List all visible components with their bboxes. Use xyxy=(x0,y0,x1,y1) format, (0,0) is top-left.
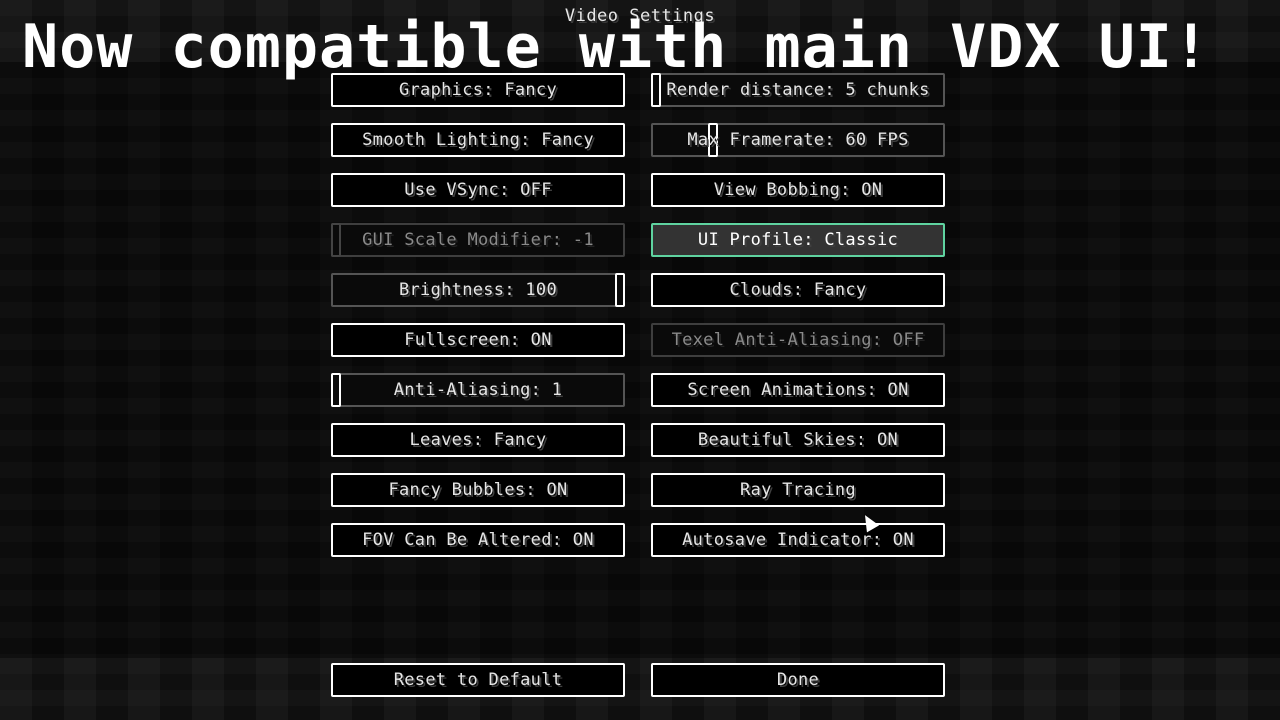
smooth-lighting-button[interactable]: Smooth Lighting: Fancy xyxy=(331,123,625,157)
done-label: Done xyxy=(776,670,820,690)
done-button[interactable]: Done xyxy=(651,663,945,697)
fullscreen-button[interactable]: Fullscreen: ON xyxy=(331,323,625,357)
option-label: View Bobbing: ON xyxy=(713,180,883,200)
option-label: Fullscreen: ON xyxy=(404,330,552,350)
clouds-button[interactable]: Clouds: Fancy xyxy=(651,273,945,307)
option-label: Render distance: 5 chunks xyxy=(666,80,930,100)
fov-can-be-altered-button[interactable]: FOV Can Be Altered: ON xyxy=(331,523,625,557)
option-label: FOV Can Be Altered: ON xyxy=(362,530,594,550)
option-label: Ray Tracing xyxy=(740,480,856,500)
option-label: Beautiful Skies: ON xyxy=(697,430,899,450)
ray-tracing-button[interactable]: Ray Tracing xyxy=(651,473,945,507)
screen-animations-button[interactable]: Screen Animations: ON xyxy=(651,373,945,407)
leaves-button[interactable]: Leaves: Fancy xyxy=(331,423,625,457)
option-label: Use VSync: OFF xyxy=(404,180,552,200)
option-label: GUI Scale Modifier: -1 xyxy=(362,230,594,250)
option-label: Fancy Bubbles: ON xyxy=(388,480,568,500)
texel-anti-aliasing-button: Texel Anti-Aliasing: OFF xyxy=(651,323,945,357)
slider-handle[interactable] xyxy=(615,273,625,307)
slider-handle xyxy=(331,223,341,257)
option-label: Max Framerate: 60 FPS xyxy=(687,130,909,150)
autosave-indicator-button[interactable]: Autosave Indicator: ON xyxy=(651,523,945,557)
brightness-slider[interactable]: Brightness: 100 xyxy=(331,273,625,307)
footer-background xyxy=(0,658,1280,720)
option-label: Graphics: Fancy xyxy=(398,80,558,100)
anti-aliasing-slider[interactable]: Anti-Aliasing: 1 xyxy=(331,373,625,407)
option-label: Anti-Aliasing: 1 xyxy=(393,380,563,400)
max-framerate-slider[interactable]: Max Framerate: 60 FPS xyxy=(651,123,945,157)
use-vsync-button[interactable]: Use VSync: OFF xyxy=(331,173,625,207)
gui-scale-modifier-slider: GUI Scale Modifier: -1 xyxy=(331,223,625,257)
options-list-background xyxy=(0,62,1280,658)
option-label: Smooth Lighting: Fancy xyxy=(362,130,594,150)
option-label: Texel Anti-Aliasing: OFF xyxy=(671,330,925,350)
reset-to-default-button[interactable]: Reset to Default xyxy=(331,663,625,697)
option-label: Autosave Indicator: ON xyxy=(682,530,914,550)
compatibility-banner: Now compatible with main VDX UI! xyxy=(22,12,1210,82)
option-label: Clouds: Fancy xyxy=(729,280,867,300)
option-label: UI Profile: Classic xyxy=(697,230,899,250)
option-label: Screen Animations: ON xyxy=(687,380,909,400)
slider-handle[interactable] xyxy=(331,373,341,407)
beautiful-skies-button[interactable]: Beautiful Skies: ON xyxy=(651,423,945,457)
option-label: Brightness: 100 xyxy=(398,280,558,300)
ui-profile-button[interactable]: UI Profile: Classic xyxy=(651,223,945,257)
option-label: Leaves: Fancy xyxy=(409,430,547,450)
reset-to-default-label: Reset to Default xyxy=(393,670,563,690)
fancy-bubbles-button[interactable]: Fancy Bubbles: ON xyxy=(331,473,625,507)
view-bobbing-button[interactable]: View Bobbing: ON xyxy=(651,173,945,207)
